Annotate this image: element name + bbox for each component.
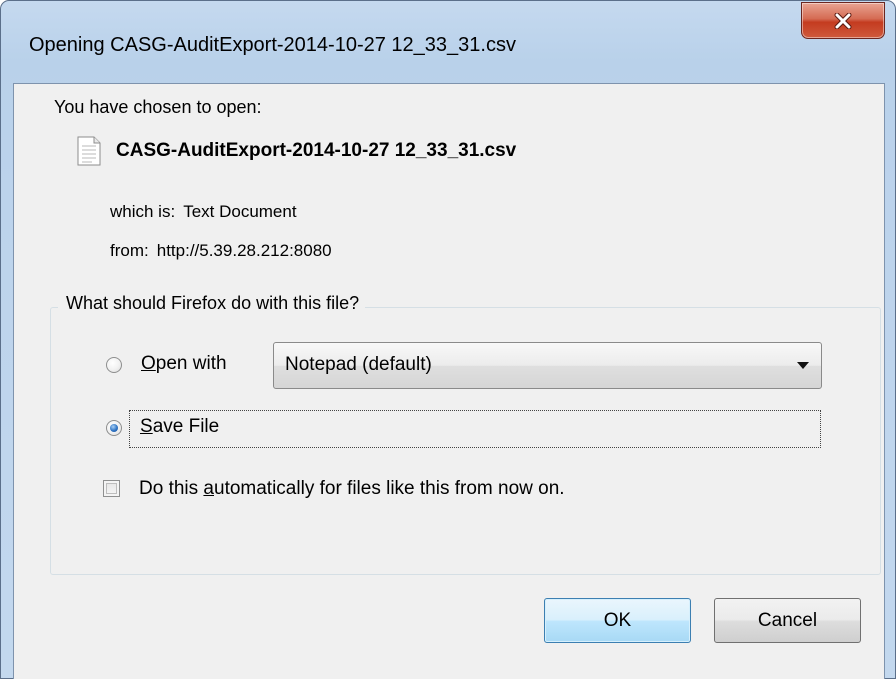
auto-checkbox-label[interactable]: Do this automatically for files like thi… xyxy=(139,478,565,500)
auto-label-accelerator: a xyxy=(203,478,214,499)
auto-checkbox[interactable] xyxy=(103,480,120,497)
intro-text: You have chosen to open: xyxy=(54,97,262,117)
save-file-accelerator: S xyxy=(140,416,153,437)
file-source-value: http://5.39.28.212:8080 xyxy=(156,241,332,260)
close-button[interactable] xyxy=(801,2,885,39)
dialog-content: You have chosen to open: CASG-AuditExpor… xyxy=(13,83,885,679)
file-row: CASG-AuditExport-2014-10-27 12_33_31.csv xyxy=(76,136,516,166)
window-title: Opening CASG-AuditExport-2014-10-27 12_3… xyxy=(29,34,516,56)
open-with-label-text: pen with xyxy=(155,353,227,374)
save-file-label[interactable]: Save File xyxy=(140,416,219,438)
from-label: from: xyxy=(110,241,149,260)
ok-button[interactable]: OK xyxy=(544,598,691,643)
file-source-row: from: http://5.39.28.212:8080 xyxy=(110,241,332,261)
text-document-icon xyxy=(77,136,101,166)
auto-label-post: utomatically for files like this from no… xyxy=(214,478,565,499)
open-with-accelerator: O xyxy=(141,353,156,374)
cancel-button[interactable]: Cancel xyxy=(714,598,861,643)
open-with-radio[interactable] xyxy=(106,357,122,373)
file-name: CASG-AuditExport-2014-10-27 12_33_31.csv xyxy=(116,140,517,161)
file-type-row: which is: Text Document xyxy=(110,202,297,222)
open-with-app-select[interactable]: Notepad (default) xyxy=(273,342,822,389)
file-type-value: Text Document xyxy=(183,202,297,221)
close-icon xyxy=(834,12,852,29)
save-file-label-text: ave File xyxy=(152,416,220,437)
open-with-app-value: Notepad (default) xyxy=(285,354,432,375)
dialog-window: Opening CASG-AuditExport-2014-10-27 12_3… xyxy=(0,0,896,679)
open-with-label[interactable]: Open with xyxy=(141,353,227,375)
focus-rectangle xyxy=(129,410,821,448)
which-is-label: which is: xyxy=(110,202,176,221)
chevron-down-icon xyxy=(797,362,809,369)
save-file-radio[interactable] xyxy=(106,420,122,436)
action-question: What should Firefox do with this file? xyxy=(58,293,366,314)
auto-label-pre: Do this xyxy=(139,478,204,499)
title-bar[interactable]: Opening CASG-AuditExport-2014-10-27 12_3… xyxy=(1,1,895,85)
